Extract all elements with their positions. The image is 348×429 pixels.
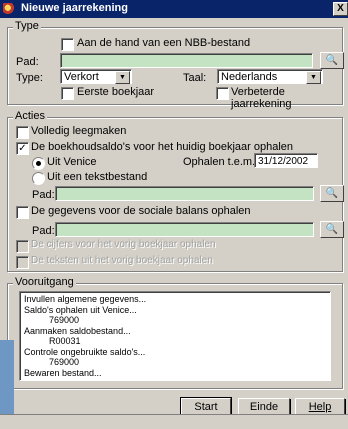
pad1-label: Pad:: [32, 189, 55, 201]
taal-select[interactable]: Nederlands ▼: [217, 69, 323, 84]
radio-venice-label: Uit Venice: [47, 156, 97, 168]
cijfers-label: De cijfers voor het vorig boekjaar ophal…: [31, 239, 216, 250]
sociale-checkbox[interactable]: [16, 206, 29, 219]
verbeterde-checkbox[interactable]: [216, 87, 229, 100]
type-label: Type:: [16, 72, 43, 84]
acties-group-label: Acties: [13, 110, 47, 122]
type-select[interactable]: Verkort ▼: [60, 69, 132, 84]
log-line: Invullen algemene gegevens...: [24, 294, 147, 304]
browse-button-type[interactable]: 🔍: [320, 52, 344, 69]
progress-log[interactable]: Invullen algemene gegevens... Saldo's op…: [19, 291, 331, 381]
folder-search-icon: 🔍: [325, 188, 339, 199]
status-bar: [0, 414, 348, 429]
verbeterde-label: Verbeterde jaarrekening: [231, 86, 292, 110]
chevron-down-icon: ▼: [306, 71, 321, 84]
pad-input[interactable]: [60, 53, 313, 68]
log-line: 769000: [24, 357, 80, 367]
eerste-boekjaar-label: Eerste boekjaar: [77, 86, 155, 98]
teksten-label: De teksten uit het vorig boekjaar ophale…: [31, 255, 213, 266]
folder-search-icon: 🔍: [325, 224, 339, 235]
log-line: Saldo's ophalen uit Venice...: [24, 304, 137, 315]
radio-venice[interactable]: [32, 157, 45, 170]
type-select-value: Verkort: [64, 71, 99, 83]
pad-label: Pad:: [16, 56, 39, 68]
sociale-label: De gegevens voor de sociale balans ophal…: [31, 205, 251, 217]
window-title: Nieuwe jaarrekening: [21, 2, 128, 14]
pad2-label: Pad:: [32, 225, 55, 237]
folder-search-icon: 🔍: [325, 55, 339, 66]
eerste-boekjaar-checkbox[interactable]: [61, 87, 74, 100]
vooruitgang-group-label: Vooruitgang: [13, 276, 76, 288]
type-group-label: Type: [13, 20, 41, 32]
ophalen-date-input[interactable]: 31/12/2002: [254, 153, 318, 168]
browse-button-sociale[interactable]: 🔍: [320, 221, 344, 238]
nbb-checkbox-label: Aan de hand van een NBB-bestand: [77, 37, 251, 49]
log-line: R00031: [24, 336, 81, 346]
chevron-down-icon: ▼: [115, 71, 130, 84]
radio-tekstbestand[interactable]: [32, 172, 45, 185]
app-icon: [3, 3, 15, 15]
browse-button-tekst[interactable]: 🔍: [320, 185, 344, 202]
log-line: Bewaren bestand...: [24, 367, 102, 378]
taal-select-value: Nederlands: [221, 71, 278, 83]
boekhoud-checkbox[interactable]: ✓: [16, 142, 29, 155]
boekhoud-label: De boekhoudsaldo's voor het huidig boekj…: [31, 141, 294, 153]
pad2-input[interactable]: [55, 222, 314, 237]
log-line: Aanmaken saldobestand...: [24, 325, 131, 336]
ophalen-label: Ophalen t.e.m.:: [183, 156, 259, 168]
pad1-input[interactable]: [55, 186, 314, 201]
cijfers-checkbox[interactable]: [16, 240, 29, 253]
log-line: 769000: [24, 315, 80, 325]
taal-label: Taal:: [183, 72, 207, 84]
title-bar: Nieuwe jaarrekening X: [0, 0, 348, 18]
log-line: Controle ongebruikte saldo's...: [24, 346, 146, 357]
radio-tekstbestand-label: Uit een tekstbestand: [47, 171, 148, 183]
radio-dot: [36, 161, 41, 166]
nbb-checkbox[interactable]: [61, 38, 74, 51]
volledig-checkbox[interactable]: [16, 126, 29, 139]
teksten-checkbox[interactable]: [16, 256, 29, 269]
close-button[interactable]: X: [333, 2, 348, 16]
volledig-label: Volledig leegmaken: [31, 125, 127, 137]
